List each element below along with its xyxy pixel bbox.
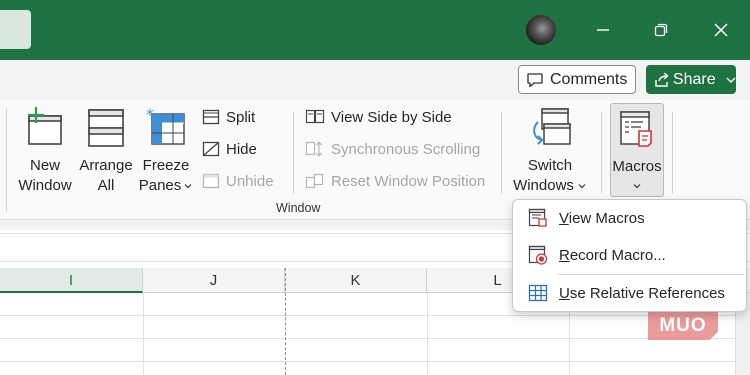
svg-text:*: * [146, 106, 154, 124]
close-icon[interactable] [703, 12, 739, 48]
view-side-by-side-icon [305, 109, 325, 124]
macros-icon [620, 111, 652, 147]
macros-menu: View Macros Record Macro... Use Relative… [512, 199, 747, 312]
column-line [143, 293, 144, 375]
split-icon [202, 109, 220, 125]
watermark: MUO [648, 312, 718, 340]
share-button[interactable]: Share [646, 65, 736, 94]
view-macros-icon [528, 208, 547, 227]
arrange-all-button[interactable]: Arrange All [76, 106, 136, 196]
synchronous-scrolling-icon [305, 141, 322, 157]
ribbon-group-label: Window [276, 201, 321, 215]
view-macros-accel: V [559, 209, 569, 227]
group-divider [672, 112, 673, 194]
group-divider [293, 112, 294, 194]
hide-icon [202, 141, 220, 157]
unhide-label: Unhide [226, 172, 274, 190]
macros-label: Macros [612, 158, 662, 175]
freeze-panes-icon: * [146, 105, 185, 145]
avatar[interactable] [526, 15, 556, 45]
menu-separator [557, 274, 745, 275]
group-divider [501, 112, 502, 194]
macros-button[interactable]: Macros [610, 103, 664, 197]
hide-label: Hide [226, 140, 257, 158]
minimize-icon[interactable] [585, 12, 621, 48]
new-window-button[interactable]: New Window [14, 106, 76, 196]
switch-windows-label-2: Windows [513, 177, 574, 194]
view-macros-label: iew Macros [568, 209, 645, 227]
switch-windows-icon [533, 108, 571, 145]
comment-icon [527, 72, 543, 87]
chevron-down-icon [633, 184, 641, 189]
unhide-button[interactable]: Unhide [202, 170, 274, 192]
column-line [427, 293, 428, 375]
view-side-by-side-label: View Side by Side [331, 108, 452, 126]
record-macro-icon [528, 245, 548, 265]
search-box[interactable] [0, 10, 31, 49]
synchronous-scrolling-button[interactable]: Synchronous Scrolling [305, 138, 480, 160]
comments-button[interactable]: Comments [518, 65, 636, 94]
arrange-all-icon [88, 109, 124, 147]
reset-window-position-icon [305, 173, 324, 189]
new-window-label-1: New [29, 157, 60, 174]
arrange-all-label-1: Arrange [79, 157, 133, 174]
title-bar [0, 0, 750, 60]
column-header-k[interactable]: K [285, 268, 427, 293]
unhide-icon [202, 173, 220, 189]
column-header-i[interactable]: I [0, 268, 143, 293]
freeze-panes-label-2: Panes [138, 177, 182, 194]
switch-windows-button[interactable]: Switch Windows [509, 106, 591, 196]
chevron-down-icon [578, 184, 586, 189]
use-relative-references-label: se Relative References [569, 284, 725, 302]
new-window-icon [28, 107, 62, 145]
record-macro-menu-item[interactable]: Record Macro... [513, 240, 746, 270]
arrange-all-label-2: All [97, 177, 115, 194]
row-line [0, 361, 750, 362]
column-header-j[interactable]: J [143, 268, 285, 293]
action-bar: Comments Share [0, 60, 750, 100]
freeze-panes-label-1: Freeze [142, 157, 190, 174]
split-label: Split [226, 108, 256, 126]
use-relative-references-menu-item[interactable]: Use Relative References [513, 278, 746, 308]
new-window-label-2: Window [18, 177, 72, 194]
reset-window-position-button[interactable]: Reset Window Position [305, 170, 485, 192]
reset-window-position-label: Reset Window Position [331, 172, 486, 190]
hide-button[interactable]: Hide [202, 138, 257, 160]
freeze-panes-button[interactable]: * Freeze Panes [137, 105, 195, 196]
restore-icon[interactable] [643, 12, 679, 48]
view-side-by-side-button[interactable]: View Side by Side [305, 106, 452, 128]
record-macro-label: ecord Macro... [569, 246, 666, 264]
share-label: Share [672, 70, 716, 88]
switch-windows-label-1: Switch [527, 157, 573, 174]
page-break-line [285, 268, 286, 375]
group-divider [601, 112, 602, 194]
chevron-down-icon [184, 184, 192, 189]
synchronous-scrolling-label: Synchronous Scrolling [331, 140, 481, 158]
comments-label: Comments [550, 70, 628, 88]
split-button[interactable]: Split [202, 106, 255, 128]
row-line [0, 315, 750, 316]
row-line [0, 338, 750, 339]
record-macro-accel: R [559, 246, 570, 264]
share-icon [655, 71, 669, 87]
chevron-down-icon[interactable] [724, 73, 736, 87]
use-relative-references-accel: U [559, 284, 570, 302]
view-macros-menu-item[interactable]: View Macros [513, 203, 746, 233]
group-divider [6, 108, 7, 212]
relative-references-icon [528, 284, 548, 302]
